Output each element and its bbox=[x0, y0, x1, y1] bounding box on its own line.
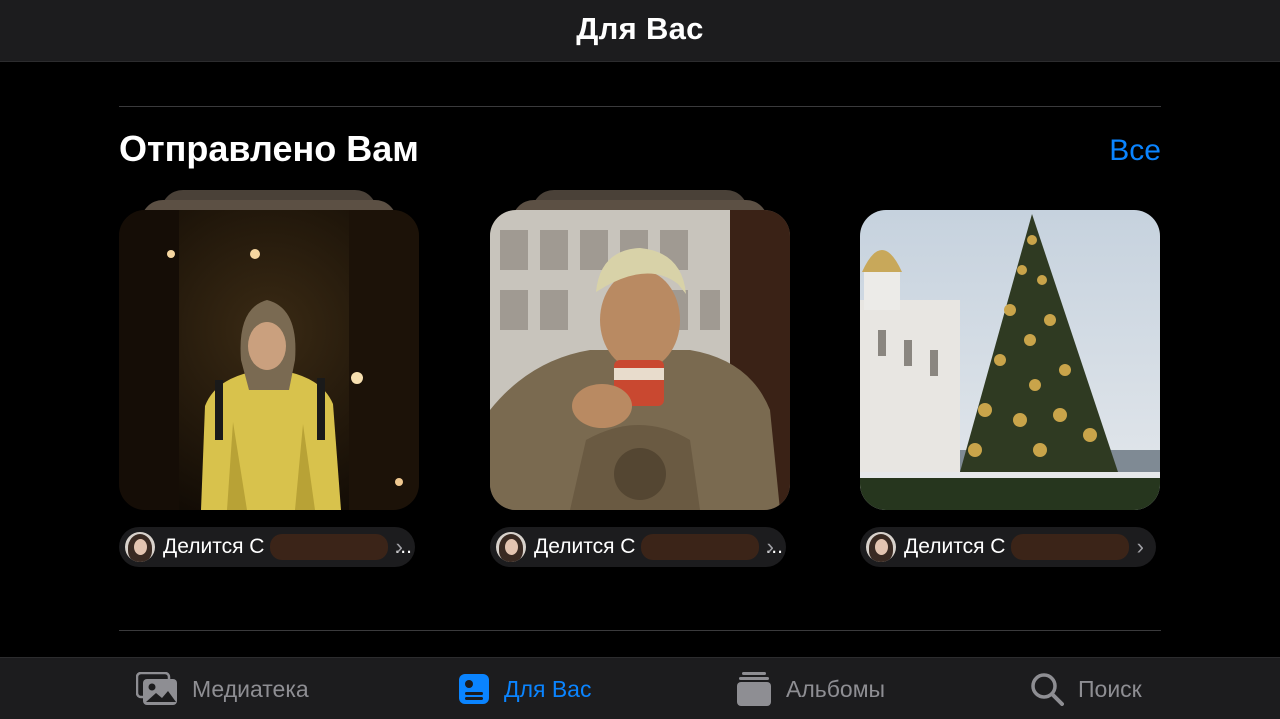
redacted-name bbox=[641, 534, 760, 560]
tab-label: Для Вас bbox=[504, 675, 592, 702]
bottom-tab-bar: Медиатека Для Вас Альбомы Поиск bbox=[0, 657, 1280, 719]
page-title: Для Вас bbox=[576, 10, 704, 46]
shared-album-card[interactable]: Делится С ... › bbox=[490, 190, 790, 570]
shared-by-pill[interactable]: Делится С › bbox=[860, 527, 1156, 567]
chevron-right-icon: › bbox=[395, 534, 403, 559]
photo-library-icon bbox=[136, 672, 177, 705]
tab-label: Поиск bbox=[1078, 675, 1142, 702]
avatar bbox=[125, 532, 155, 562]
shared-by-label: Делится С bbox=[904, 535, 1006, 558]
shared-by-label: Делится С bbox=[163, 535, 265, 558]
shared-by-pill[interactable]: Делится С ... › bbox=[490, 527, 786, 567]
tab-search[interactable]: Поиск bbox=[1030, 658, 1142, 719]
chevron-right-icon: › bbox=[1136, 534, 1144, 559]
avatar bbox=[866, 532, 896, 562]
search-icon bbox=[1031, 673, 1064, 706]
shared-by-pill[interactable]: Делится С ... › bbox=[119, 527, 415, 567]
for-you-icon bbox=[459, 674, 489, 704]
shared-by-label: Делится С bbox=[534, 535, 636, 558]
section-divider-top bbox=[119, 106, 1161, 107]
section-divider-bottom bbox=[119, 630, 1161, 631]
tab-albums[interactable]: Альбомы bbox=[736, 658, 885, 719]
shared-album-card[interactable]: Делится С ... › bbox=[119, 190, 419, 570]
see-all-link[interactable]: Все bbox=[1109, 134, 1161, 168]
shared-photo-thumbnail[interactable] bbox=[490, 210, 790, 510]
section-title: Отправлено Вам bbox=[119, 128, 419, 169]
shared-album-card[interactable]: Делится С › bbox=[860, 190, 1160, 570]
tab-label: Медиатека bbox=[192, 675, 309, 702]
chevron-right-icon: › bbox=[766, 534, 774, 559]
photos-for-you-screen: Для Вас Отправлено Вам Все Делится С ...… bbox=[0, 0, 1280, 719]
shared-photo-thumbnail[interactable] bbox=[860, 210, 1160, 510]
albums-icon bbox=[737, 672, 771, 706]
tab-library[interactable]: Медиатека bbox=[136, 658, 309, 719]
top-navigation-bar: Для Вас bbox=[0, 0, 1280, 62]
shared-photo-thumbnail[interactable] bbox=[119, 210, 419, 510]
redacted-name bbox=[270, 534, 389, 560]
tab-for-you[interactable]: Для Вас bbox=[458, 658, 591, 719]
redacted-name bbox=[1011, 534, 1130, 560]
tab-label: Альбомы bbox=[786, 675, 886, 702]
avatar bbox=[496, 532, 526, 562]
